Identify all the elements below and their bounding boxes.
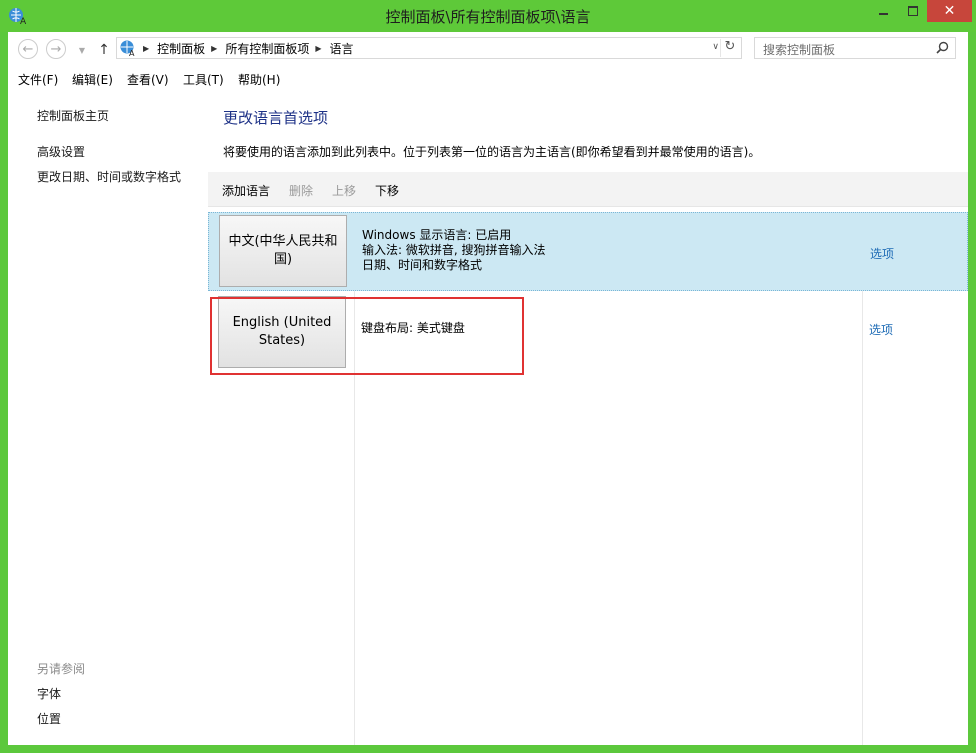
sidebar-link-fonts[interactable]: 字体 <box>37 685 61 702</box>
menu-bar: 文件(F) 编辑(E) 查看(V) 工具(T) 帮助(H) <box>8 68 968 90</box>
breadcrumb-separator-icon[interactable]: ▶ <box>211 44 217 53</box>
sidebar-link-advanced-settings[interactable]: 高级设置 <box>37 143 85 160</box>
search-input[interactable]: 搜索控制面板 <box>754 37 956 59</box>
breadcrumb-all-items[interactable]: 所有控制面板项 <box>225 40 309 57</box>
sidebar-link-location[interactable]: 位置 <box>37 710 61 727</box>
sidebar-link-control-panel-home[interactable]: 控制面板主页 <box>37 107 109 124</box>
menu-edit[interactable]: 编辑(E) <box>72 71 113 88</box>
window: A 控制面板\所有控制面板项\语言 ✕ ← → ▼ ↑ A ▶ 控制面板 ▶ 所… <box>0 0 976 753</box>
back-button[interactable]: ← <box>18 39 38 59</box>
control-panel-icon: A <box>120 40 135 57</box>
address-dropdown-icon[interactable]: ∨ <box>712 42 719 52</box>
maximize-icon <box>908 6 918 16</box>
keyboard-layout: 键盘布局: 美式键盘 <box>361 321 465 335</box>
recent-locations-button[interactable]: ▼ <box>72 40 92 60</box>
breadcrumb-separator-icon[interactable]: ▶ <box>315 44 321 53</box>
move-up-button[interactable]: 上移 <box>332 182 356 199</box>
minimize-button[interactable] <box>867 0 899 22</box>
svg-text:A: A <box>129 49 135 57</box>
see-also-heading: 另请参阅 <box>37 662 86 676</box>
input-methods: 输入法: 微软拼音, 搜狗拼音输入法 <box>362 243 546 257</box>
sidebar-link-date-time-format[interactable]: 更改日期、时间或数字格式 <box>37 168 181 185</box>
client-area: ← → ▼ ↑ A ▶ 控制面板 ▶ 所有控制面板项 ▶ 语言 ∨ ↻ 搜索控制… <box>8 32 968 745</box>
breadcrumb-separator-icon: ▶ <box>143 43 150 53</box>
language-details: Windows 显示语言: 已启用 输入法: 微软拼音, 搜狗拼音输入法 日期、… <box>362 228 546 273</box>
left-pane: 控制面板主页 高级设置 更改日期、时间或数字格式 另请参阅 字体 位置 <box>8 90 208 745</box>
up-arrow-icon: ↑ <box>98 42 110 58</box>
chevron-down-icon: ▼ <box>78 45 86 55</box>
close-button[interactable]: ✕ <box>927 0 972 22</box>
search-icon[interactable] <box>936 41 949 54</box>
menu-help[interactable]: 帮助(H) <box>238 71 280 88</box>
close-icon: ✕ <box>943 3 956 19</box>
forward-arrow-icon: → <box>50 41 62 57</box>
remove-button[interactable]: 删除 <box>289 182 313 199</box>
language-row-english[interactable]: English (United States) 键盘布局: 美式键盘 选项 <box>208 291 968 370</box>
search-placeholder: 搜索控制面板 <box>763 43 836 57</box>
up-button[interactable]: ↑ <box>94 40 114 60</box>
menu-tools[interactable]: 工具(T) <box>183 71 224 88</box>
date-time-format: 日期、时间和数字格式 <box>362 258 483 272</box>
language-name-button[interactable]: 中文(中华人民共和国) <box>219 215 347 287</box>
language-toolbar: 添加语言 删除 上移 下移 <box>208 172 968 207</box>
language-name-button[interactable]: English (United States) <box>218 296 346 368</box>
move-down-button[interactable]: 下移 <box>375 182 399 199</box>
refresh-icon[interactable]: ↻ <box>720 39 739 57</box>
main-content: 更改语言首选项 将要使用的语言添加到此列表中。位于列表第一位的语言为主语言(即你… <box>208 90 968 745</box>
navigation-bar: ← → ▼ ↑ A ▶ 控制面板 ▶ 所有控制面板项 ▶ 语言 ∨ ↻ 搜索控制… <box>8 32 968 66</box>
title-bar: A 控制面板\所有控制面板项\语言 ✕ <box>0 0 976 32</box>
address-bar[interactable]: A ▶ 控制面板 ▶ 所有控制面板项 ▶ 语言 ∨ ↻ <box>116 37 742 59</box>
language-row-chinese[interactable]: 中文(中华人民共和国) Windows 显示语言: 已启用 输入法: 微软拼音,… <box>208 212 968 291</box>
maximize-button[interactable] <box>899 0 927 22</box>
breadcrumb-language[interactable]: 语言 <box>330 40 354 57</box>
menu-view[interactable]: 查看(V) <box>127 71 169 88</box>
options-link[interactable]: 选项 <box>870 245 894 262</box>
language-list: 中文(中华人民共和国) Windows 显示语言: 已启用 输入法: 微软拼音,… <box>208 212 968 745</box>
page-description: 将要使用的语言添加到此列表中。位于列表第一位的语言为主语言(即你希望看到并最常使… <box>223 145 761 159</box>
minimize-icon <box>878 13 888 15</box>
breadcrumb-control-panel[interactable]: 控制面板 <box>157 40 205 57</box>
language-details: 键盘布局: 美式键盘 <box>361 321 465 336</box>
back-arrow-icon: ← <box>22 41 34 57</box>
window-title: 控制面板\所有控制面板项\语言 <box>385 8 591 26</box>
menu-file[interactable]: 文件(F) <box>18 71 58 88</box>
add-language-button[interactable]: 添加语言 <box>222 182 270 199</box>
page-title: 更改语言首选项 <box>223 109 329 127</box>
display-language-status: Windows 显示语言: 已启用 <box>362 228 512 242</box>
forward-button[interactable]: → <box>46 39 66 59</box>
options-link[interactable]: 选项 <box>869 321 893 338</box>
